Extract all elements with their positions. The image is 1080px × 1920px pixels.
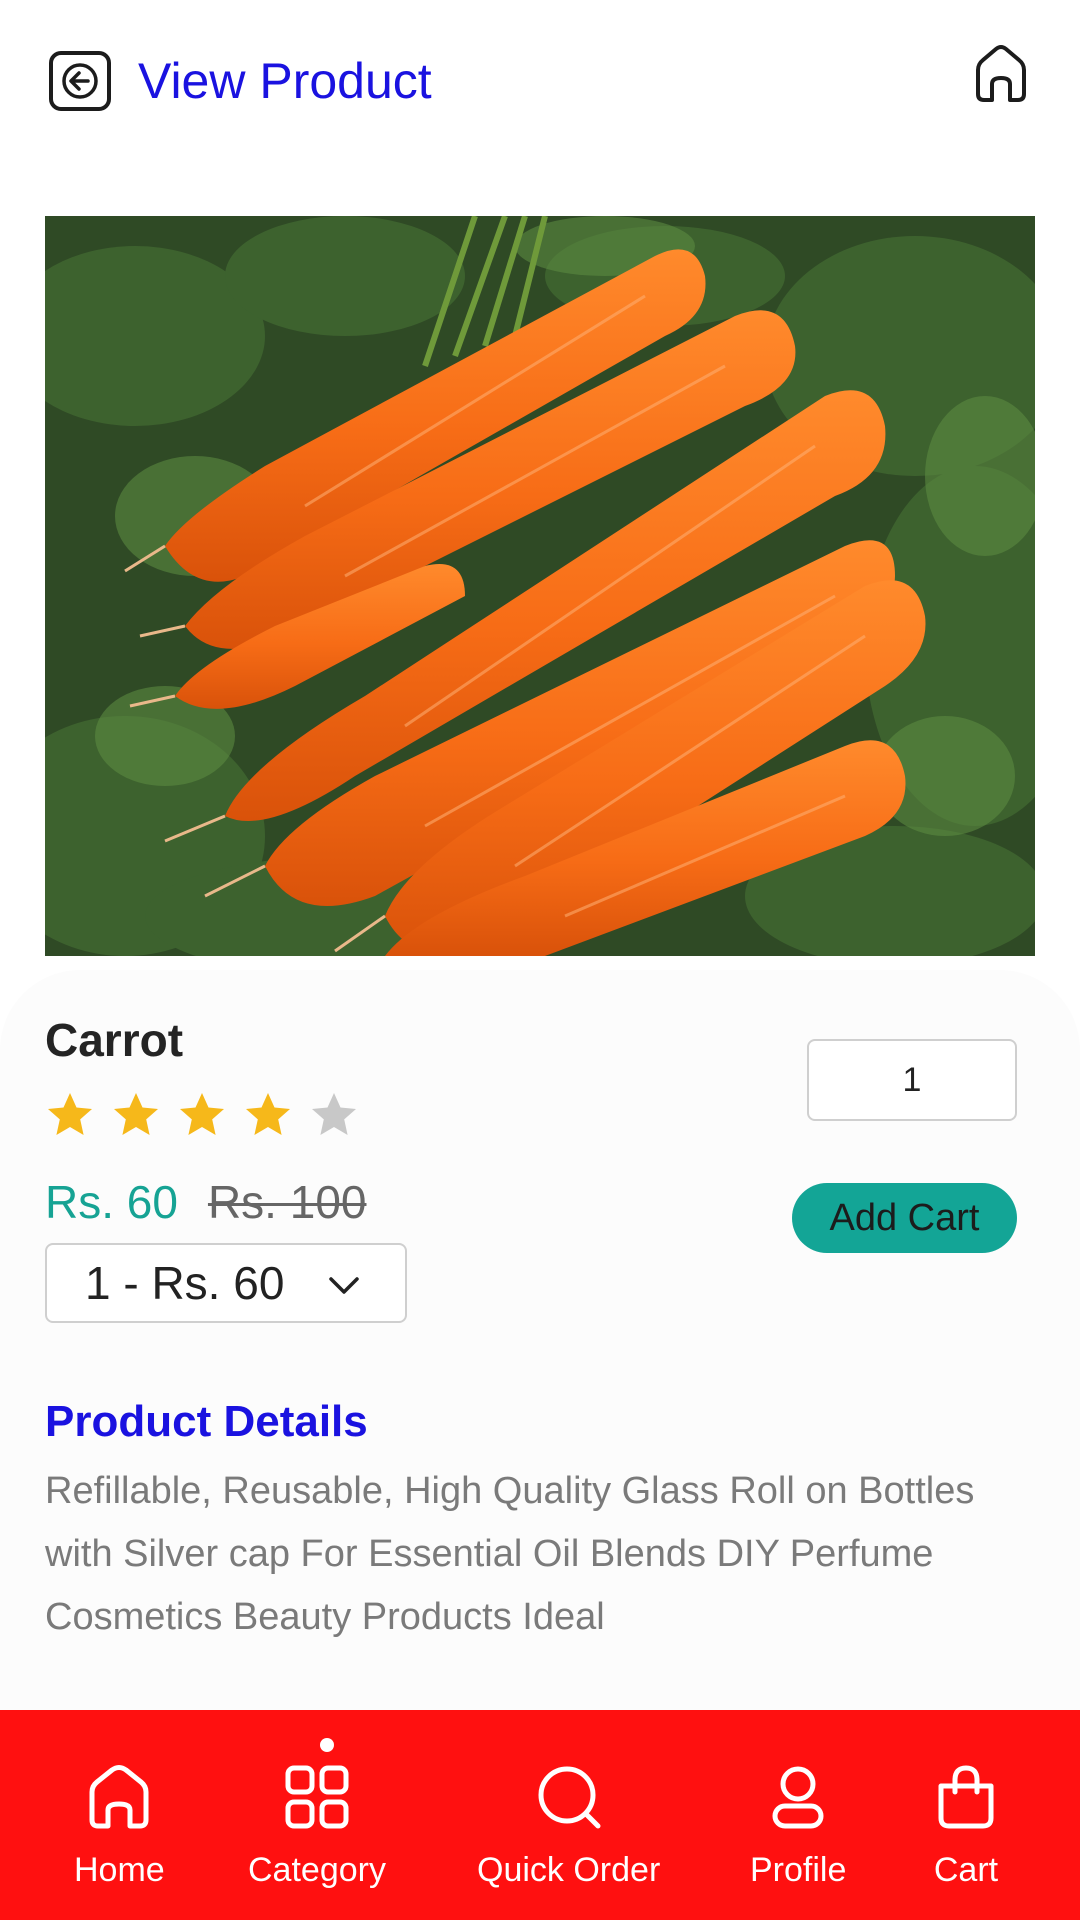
chevron-down-icon <box>327 1271 361 1299</box>
nav-label-quick-order: Quick Order <box>477 1851 661 1889</box>
product-details-text: Refillable, Reusable, High Quality Glass… <box>45 1470 975 1638</box>
home-icon <box>89 1765 149 1829</box>
nav-item-profile[interactable]: Profile <box>750 1762 846 1890</box>
active-indicator-dot <box>320 1738 334 1752</box>
nav-item-category[interactable]: Category <box>248 1762 386 1890</box>
product-details-heading: Product Details <box>45 1397 368 1446</box>
nav-item-cart[interactable]: Cart <box>931 1762 1001 1890</box>
star-icon-filled <box>111 1090 161 1140</box>
star-icon-filled <box>45 1090 95 1140</box>
nav-item-home[interactable]: Home <box>74 1762 165 1890</box>
price-current: Rs. 60 <box>45 1176 178 1228</box>
product-image <box>45 216 1035 956</box>
variant-dropdown[interactable]: 1 - Rs. 60 <box>45 1243 407 1323</box>
shopping-bag-icon <box>938 1765 994 1829</box>
star-icon-filled <box>243 1090 293 1140</box>
page-title: View Product <box>138 53 432 109</box>
variant-selected-value: 1 - Rs. 60 <box>85 1257 285 1309</box>
user-icon <box>772 1766 824 1829</box>
add-cart-button[interactable]: Add Cart <box>792 1183 1017 1253</box>
grid-icon <box>285 1765 349 1829</box>
nav-label-profile: Profile <box>750 1851 847 1889</box>
back-icon[interactable] <box>48 50 112 112</box>
app-header: View Product <box>0 0 1080 160</box>
nav-item-quick-order[interactable]: Quick Order <box>477 1762 660 1890</box>
star-icon-empty <box>309 1090 359 1140</box>
star-icon-filled <box>177 1090 227 1140</box>
home-icon[interactable] <box>972 44 1030 104</box>
nav-label-home: Home <box>74 1851 165 1889</box>
search-icon <box>538 1766 601 1829</box>
product-name: Carrot <box>45 1014 184 1066</box>
price-row: Rs. 60 Rs. 100 <box>45 1172 366 1232</box>
quantity-input[interactable]: 1 <box>807 1039 1017 1121</box>
nav-label-cart: Cart <box>933 1851 999 1889</box>
rating-stars <box>45 1090 359 1146</box>
price-original: Rs. 100 <box>207 1176 367 1228</box>
nav-label-category: Category <box>248 1851 386 1889</box>
